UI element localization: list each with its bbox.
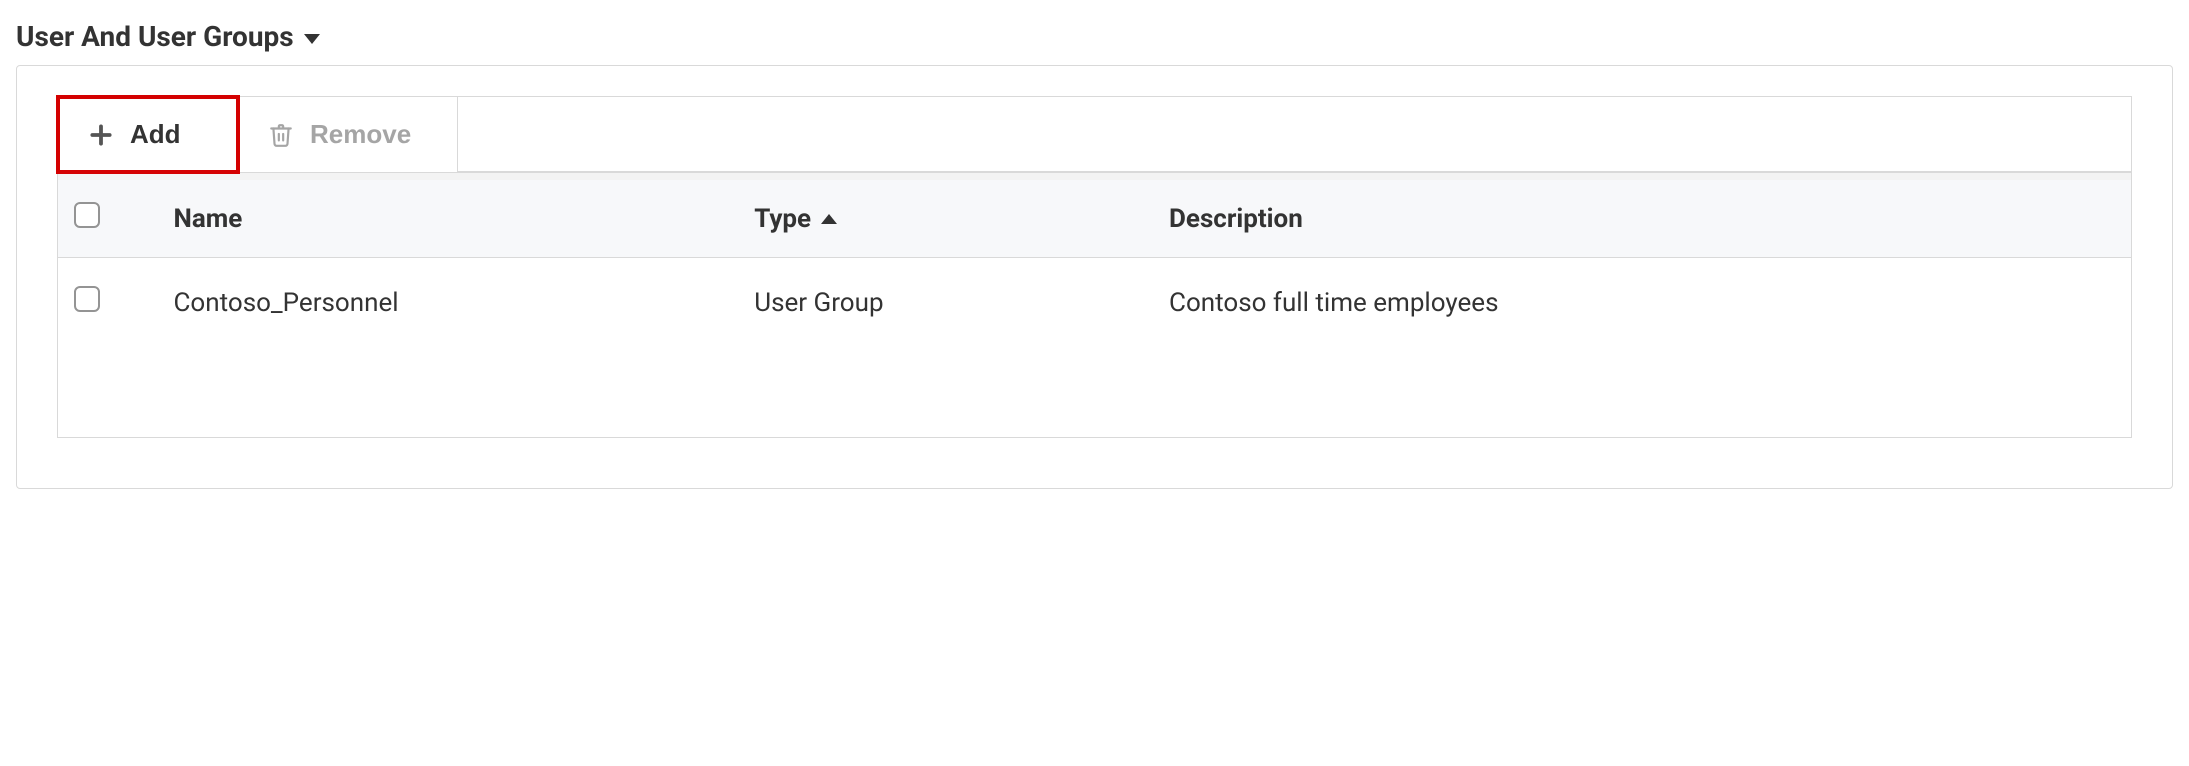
toolbar: Add Remove	[57, 96, 2132, 172]
panel: Add Remove	[16, 65, 2173, 489]
trash-icon	[268, 122, 294, 148]
row-checkbox[interactable]	[74, 286, 100, 312]
column-header-name-label: Name	[174, 204, 243, 234]
row-description-cell: Contoso full time employees	[1153, 258, 2131, 348]
toolbar-divider	[57, 172, 2132, 180]
table-empty-space	[58, 348, 2132, 438]
section-title: User And User Groups	[16, 20, 294, 53]
sort-ascending-icon	[821, 214, 837, 224]
row-select-cell	[58, 258, 158, 348]
user-groups-table: Name Type Description	[57, 180, 2132, 438]
column-header-type[interactable]: Type	[738, 180, 1153, 258]
table-header-row: Name Type Description	[58, 180, 2132, 258]
section-header[interactable]: User And User Groups	[16, 20, 2173, 53]
column-header-description[interactable]: Description	[1153, 180, 2131, 258]
plus-icon	[88, 122, 114, 148]
remove-button: Remove	[238, 97, 458, 172]
add-button-label: Add	[130, 119, 181, 150]
table-row[interactable]: Contoso_Personnel User Group Contoso ful…	[58, 258, 2132, 348]
row-type-cell: User Group	[738, 258, 1153, 348]
column-header-name[interactable]: Name	[158, 180, 739, 258]
caret-down-icon	[304, 34, 320, 44]
toolbar-spacer	[458, 97, 2131, 172]
column-header-select	[58, 180, 158, 258]
add-button[interactable]: Add	[58, 97, 238, 172]
remove-button-label: Remove	[310, 119, 411, 150]
select-all-checkbox[interactable]	[74, 202, 100, 228]
row-name-cell: Contoso_Personnel	[158, 258, 739, 348]
column-header-type-label: Type	[754, 204, 811, 234]
column-header-description-label: Description	[1169, 204, 1303, 234]
